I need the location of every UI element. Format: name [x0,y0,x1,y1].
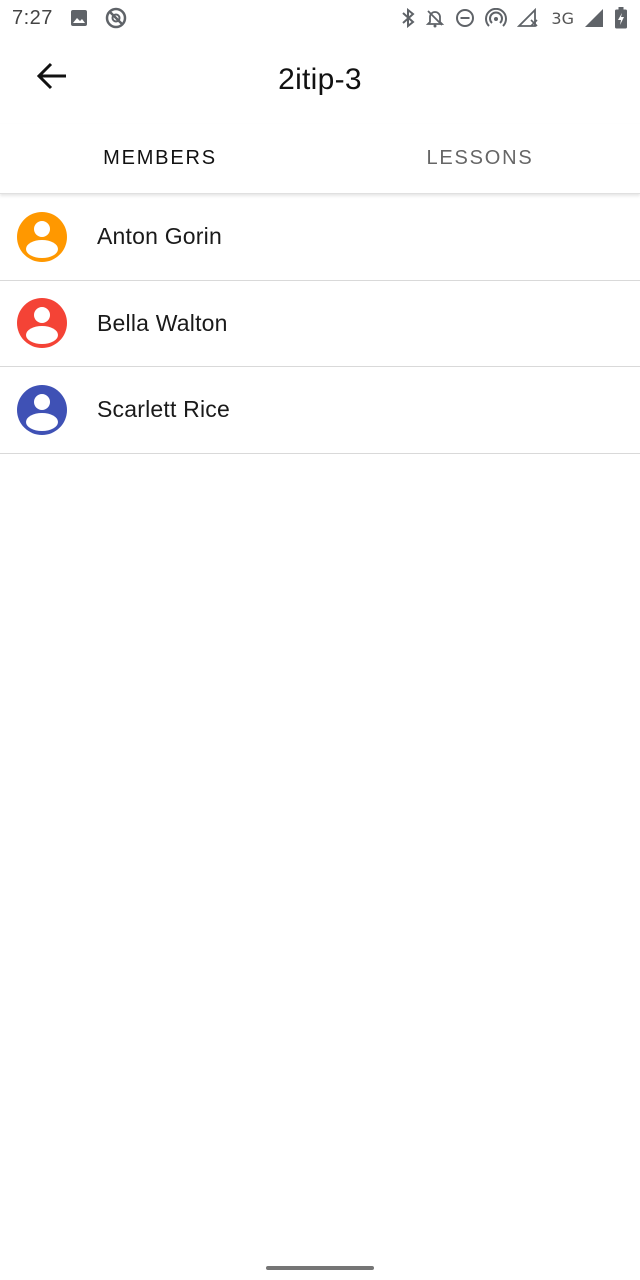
member-row[interactable]: Bella Walton [0,281,640,367]
member-name: Bella Walton [97,309,228,336]
member-row[interactable]: Scarlett Rice [0,367,640,454]
tab-lessons[interactable]: LESSONS [320,124,640,193]
bluetooth-icon [401,8,415,28]
member-name: Anton Gorin [97,223,222,250]
location-off-icon [105,7,127,29]
app-bar: 2itip-3 [0,36,640,124]
status-time: 7:27 [12,6,53,29]
notifications-off-icon [425,8,445,28]
avatar [17,211,67,262]
tab-bar: MEMBERS LESSONS [0,124,640,194]
signal-icon [584,8,604,28]
back-button[interactable] [24,50,80,106]
member-row[interactable]: Anton Gorin [0,194,640,281]
status-bar: 7:27 3G [0,0,640,36]
dnd-icon [455,8,475,28]
signal-no-data-icon [517,8,541,28]
member-name: Scarlett Rice [97,396,230,423]
hotspot-icon [485,8,508,28]
image-icon [69,8,89,28]
status-left: 7:27 [12,7,127,30]
screen: 7:27 3G 2itip-3 MEMBERS LESSONS Anton Go… [0,0,640,1280]
tab-members[interactable]: MEMBERS [0,124,320,193]
avatar [17,298,67,349]
members-list: Anton Gorin Bella Walton Scarlett Rice [0,194,640,454]
arrow-back-icon [36,62,68,95]
network-label: 3G [551,8,574,28]
page-title: 2itip-3 [278,63,362,96]
battery-charging-icon [614,7,628,29]
avatar [17,384,67,435]
navigation-handle[interactable] [266,1266,374,1270]
status-right: 3G [401,7,628,29]
